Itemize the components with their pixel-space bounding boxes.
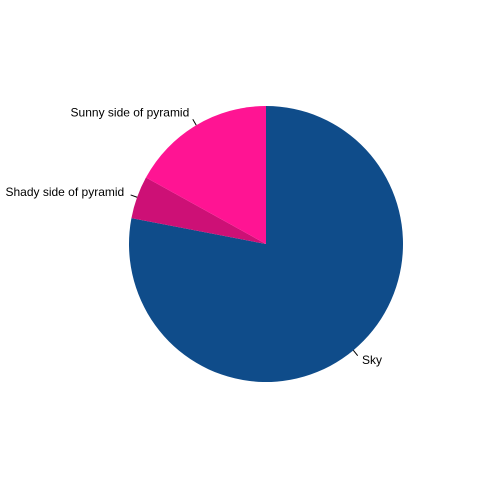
pie-chart: Sky Shady side of pyramid Sunny side of py…	[0, 0, 504, 504]
slice-label-sky: Sky	[362, 353, 382, 367]
pie-slices	[129, 106, 403, 382]
slice-label-shady-side-of-pyramid: Shady side of pyramid	[5, 185, 124, 199]
slice-label-sunny-side-of-pyramid: Sunny side of pyramid	[71, 106, 190, 120]
